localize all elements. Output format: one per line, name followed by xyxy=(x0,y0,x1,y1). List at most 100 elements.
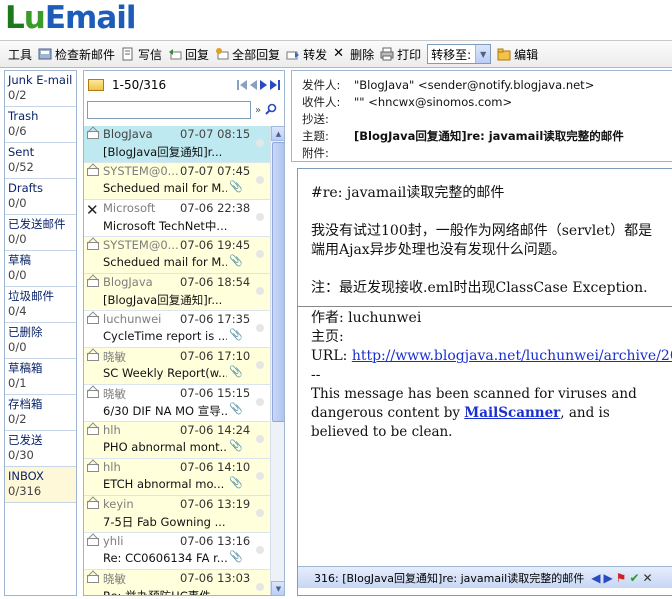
scroll-down-icon[interactable]: ▼ xyxy=(271,581,284,595)
close-icon[interactable]: ✕ xyxy=(643,571,653,585)
prev-page-icon[interactable] xyxy=(248,79,258,91)
flag-dot-icon[interactable] xyxy=(256,546,264,554)
flag-dot-icon[interactable] xyxy=(256,583,264,591)
attachment-icon: 📎 xyxy=(229,476,243,489)
scroll-up-icon[interactable]: ▲ xyxy=(271,126,284,141)
flag-dot-icon[interactable] xyxy=(256,398,264,406)
message-header: 发件人: "BlogJava" <sender@notify.blogjava.n… xyxy=(291,70,672,162)
flag-dot-icon[interactable] xyxy=(256,250,264,258)
forward-button[interactable]: 转发 xyxy=(286,43,327,65)
tools-menu[interactable]: 工具 xyxy=(8,43,32,65)
next-message-icon[interactable]: ▶ xyxy=(603,571,612,585)
envelope-icon xyxy=(87,131,99,139)
body-note: 注：最近发现接收.eml时出现ClassCase Exception. xyxy=(311,280,648,296)
folder-inbox[interactable]: INBOX 0/316 xyxy=(5,467,76,503)
compose-button[interactable]: 写信 xyxy=(121,43,162,65)
attachment-icon: 📎 xyxy=(229,365,243,378)
scroll-thumb[interactable] xyxy=(272,142,284,422)
scan-line-1: This message has been scanned for viruse… xyxy=(311,386,637,402)
edit-button[interactable]: 编辑 xyxy=(497,43,538,65)
body-title: #re: javamail读取完整的邮件 xyxy=(311,185,505,201)
delete-button[interactable]: ✕ 删除 xyxy=(333,43,374,65)
folder-draft-cn[interactable]: 草稿 0/0 xyxy=(5,251,76,287)
subject-value: [BlogJava回复通知]re: javamail读取完整的邮件 xyxy=(354,129,624,143)
folder-deleted-cn[interactable]: 已删除 0/0 xyxy=(5,323,76,359)
toolbar: 工具 检查新邮件 写信 回复 全部回复 转发 ✕ 删除 打印 转移至: ▼ 编辑 xyxy=(0,40,672,68)
folder-sent-cn[interactable]: 已发送 0/30 xyxy=(5,431,76,467)
folder-sent[interactable]: Sent 0/52 xyxy=(5,143,76,179)
reply-all-button[interactable]: 全部回复 xyxy=(215,43,280,65)
deleted-x-icon: ✕ xyxy=(86,201,99,219)
flag-dot-icon[interactable] xyxy=(256,324,264,332)
message-list-pane: 1-50/316 » BlogJava 07-07 08:15 [BlogJav… xyxy=(83,70,285,596)
from-value: "BlogJava" <sender@notify.blogjava.net> xyxy=(354,78,595,92)
mailbox-icon xyxy=(38,47,52,61)
flag-dot-icon[interactable] xyxy=(256,176,264,184)
list-item[interactable]: hlh 07-06 14:10 ETCH abnormal mo... 📎 xyxy=(84,459,270,496)
scan-line-3: believed to be clean. xyxy=(311,424,453,440)
message-rows: BlogJava 07-07 08:15 [BlogJava回复通知]r... … xyxy=(84,126,270,595)
flag-icon[interactable]: ⚑ xyxy=(616,571,627,585)
envelope-icon xyxy=(87,427,99,435)
flag-dot-icon[interactable] xyxy=(256,472,264,480)
next-page-icon[interactable] xyxy=(259,79,269,91)
folder-junk[interactable]: Junk E-mail 0/2 xyxy=(5,71,76,107)
check-mail-button[interactable]: 检查新邮件 xyxy=(38,43,115,65)
status-bar: 316: [BlogJava回复通知]re: javamail读取完整的邮件 ◀… xyxy=(298,566,672,588)
flag-dot-icon[interactable] xyxy=(256,139,264,147)
body-author: 作者: luchunwei xyxy=(311,310,422,326)
print-button[interactable]: 打印 xyxy=(380,43,421,65)
folder-draftbox-cn[interactable]: 草稿箱 0/1 xyxy=(5,359,76,395)
last-page-icon[interactable] xyxy=(270,79,280,91)
list-item[interactable]: 晓敏 07-06 17:10 SC Weekly Report(w... 📎 xyxy=(84,348,270,385)
list-item[interactable]: hlh 07-06 14:24 PHO abnormal mont... 📎 xyxy=(84,422,270,459)
list-item[interactable]: SYSTEM@0... 07-07 07:45 Schedued mail fo… xyxy=(84,163,270,200)
list-item[interactable]: SYSTEM@0... 07-06 19:45 Schedued mail fo… xyxy=(84,237,270,274)
attachment-icon: 📎 xyxy=(229,402,243,415)
flag-dot-icon[interactable] xyxy=(256,509,264,517)
list-item[interactable]: keyin 07-06 13:19 7-5日 Fab Gowning ... xyxy=(84,496,270,533)
search-icon[interactable] xyxy=(265,103,277,118)
body-url-link[interactable]: http://www.blogjava.net/luchunwei/archiv… xyxy=(352,348,672,364)
attachment-icon: 📎 xyxy=(229,254,243,267)
reply-button[interactable]: 回复 xyxy=(168,43,209,65)
list-item[interactable]: ✕ Microsoft 07-06 22:38 Microsoft TechNe… xyxy=(84,200,270,237)
list-scrollbar[interactable]: ▲ ▼ xyxy=(270,126,284,595)
prev-message-icon[interactable]: ◀ xyxy=(591,571,600,585)
list-header: 1-50/316 xyxy=(84,71,284,99)
list-item[interactable]: luchunwei 07-06 17:35 CycleTime report i… xyxy=(84,311,270,348)
list-item[interactable]: BlogJava 07-06 18:54 [BlogJava回复通知]r... xyxy=(84,274,270,311)
from-label: 发件人: xyxy=(302,78,341,92)
check-icon[interactable]: ✔ xyxy=(629,571,639,585)
flag-dot-icon[interactable] xyxy=(256,287,264,295)
search-row: » xyxy=(84,99,284,121)
search-input[interactable] xyxy=(87,101,251,119)
compose-icon xyxy=(121,47,135,61)
list-item[interactable]: 晓敏 07-06 15:15 6/30 DIF NA MO 宣导... 📎 xyxy=(84,385,270,422)
mailscanner-link[interactable]: MailScanner xyxy=(464,405,560,421)
folder-drafts[interactable]: Drafts 0/0 xyxy=(5,179,76,215)
list-item[interactable]: 晓敏 07-06 13:03 Re: 举办预防HC事件... xyxy=(84,570,270,595)
message-body-pane: #re: javamail读取完整的邮件 我没有试过100封，一般作为网络邮件（… xyxy=(297,168,672,596)
folder-trash[interactable]: Trash 0/6 xyxy=(5,107,76,143)
list-item[interactable]: yhli 07-06 13:16 Re: CC0606134 FA r... 📎 xyxy=(84,533,270,570)
logo-text: LuEmail xyxy=(5,0,137,36)
folder-junk-cn[interactable]: 垃圾邮件 0/4 xyxy=(5,287,76,323)
flag-dot-icon[interactable] xyxy=(256,361,264,369)
attachment-icon: 📎 xyxy=(229,550,243,563)
status-text: 316: [BlogJava回复通知]re: javamail读取完整的邮件 xyxy=(314,571,585,585)
subject-label: 主题: xyxy=(302,129,329,143)
folder-archive-cn[interactable]: 存档箱 0/2 xyxy=(5,395,76,431)
flag-dot-icon[interactable] xyxy=(256,213,264,221)
body-para1-line2: 端用Ajax异步处理也没有发现什么问题。 xyxy=(311,242,566,258)
move-to-select[interactable]: 转移至: ▼ xyxy=(427,44,492,64)
body-divider xyxy=(298,306,672,307)
folder-sent-mail-cn[interactable]: 已发送邮件 0/0 xyxy=(5,215,76,251)
envelope-icon xyxy=(87,168,99,176)
first-page-icon[interactable] xyxy=(237,79,247,91)
flag-dot-icon[interactable] xyxy=(256,435,264,443)
envelope-icon xyxy=(87,501,99,509)
envelope-icon xyxy=(87,464,99,472)
expand-options-icon[interactable]: » xyxy=(255,105,261,116)
list-item[interactable]: BlogJava 07-07 08:15 [BlogJava回复通知]r... xyxy=(84,126,270,163)
